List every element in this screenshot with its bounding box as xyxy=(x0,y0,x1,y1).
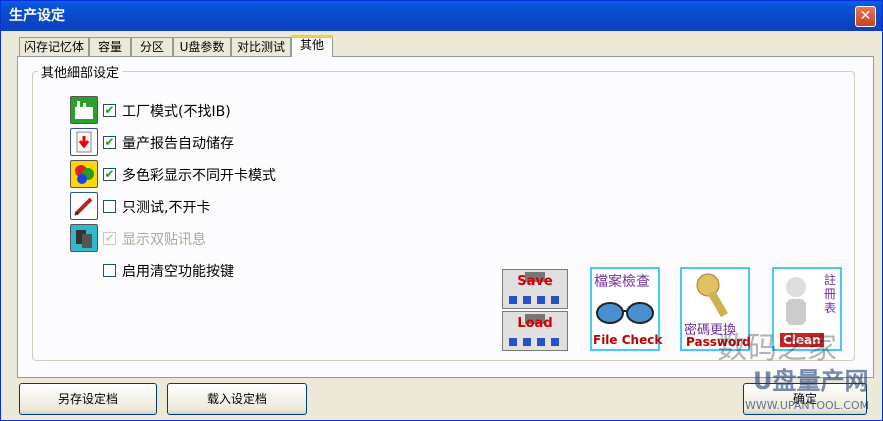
load-config-button[interactable]: Load xyxy=(502,311,568,351)
dual-chip-icon xyxy=(70,224,98,252)
load-label: Load xyxy=(517,316,553,331)
close-icon: ✕ xyxy=(859,8,872,24)
report-autosave-label: 量产报告自动储存 xyxy=(122,136,234,152)
report-autosave-checkbox[interactable]: ✔ xyxy=(103,136,116,149)
title-bar: 生产设定 ✕ xyxy=(1,1,882,31)
window-title: 生产设定 xyxy=(9,8,65,24)
glasses-icon xyxy=(596,302,654,324)
tab-partition[interactable]: 分区 xyxy=(131,37,173,57)
test-pen-icon xyxy=(70,192,98,220)
multicolor-label: 多色彩显示不同开卡模式 xyxy=(122,168,276,184)
save-config-button[interactable]: Save xyxy=(502,269,568,309)
tab-other[interactable]: 其他 xyxy=(291,35,333,57)
key-icon xyxy=(696,273,728,318)
test-only-label: 只测试,不开卡 xyxy=(122,200,211,216)
group-legend: 其他細部设定 xyxy=(38,62,123,81)
enable-clear-label: 启用清空功能按键 xyxy=(122,264,234,280)
enable-clear-checkbox[interactable] xyxy=(103,264,116,277)
multicolor-icon xyxy=(70,160,98,188)
save-as-config-button[interactable]: 另存设定档 xyxy=(19,383,157,415)
tab-flash[interactable]: 闪存记忆体 xyxy=(19,37,89,57)
file-check-button[interactable]: 檔案檢查 File Check xyxy=(590,267,663,351)
tab-capacity[interactable]: 容量 xyxy=(89,37,131,57)
report-save-icon xyxy=(70,128,98,156)
clean-cn-label: 註冊表 xyxy=(824,273,837,315)
factory-icon xyxy=(70,96,98,124)
file-check-en-label: File Check xyxy=(593,333,663,347)
tab-usb-params[interactable]: U盘参数 xyxy=(173,37,231,57)
factory-mode-label: 工厂模式(不找IB) xyxy=(122,104,231,120)
load-config-file-button[interactable]: 载入设定档 xyxy=(167,383,307,415)
save-label: Save xyxy=(517,274,553,289)
test-only-checkbox[interactable] xyxy=(103,200,116,213)
dual-chip-checkbox: ✔ xyxy=(103,231,116,245)
settings-window: 生产设定 ✕ 闪存记忆体 容量 分区 U盘参数 对比测试 其他 其他細部设定 ✔… xyxy=(0,0,883,421)
dual-chip-label: 显示双贴讯息 xyxy=(122,232,206,248)
factory-mode-checkbox[interactable]: ✔ xyxy=(103,104,116,117)
file-check-cn-label: 檔案檢查 xyxy=(594,274,650,290)
multicolor-checkbox[interactable]: ✔ xyxy=(103,168,116,181)
tab-compare-test[interactable]: 对比测试 xyxy=(231,37,291,57)
watermark-url: WWW.UPANTOOL.COM xyxy=(745,399,870,412)
watermark-upantool: U盘量产网 xyxy=(753,367,869,395)
close-button[interactable]: ✕ xyxy=(855,6,876,27)
